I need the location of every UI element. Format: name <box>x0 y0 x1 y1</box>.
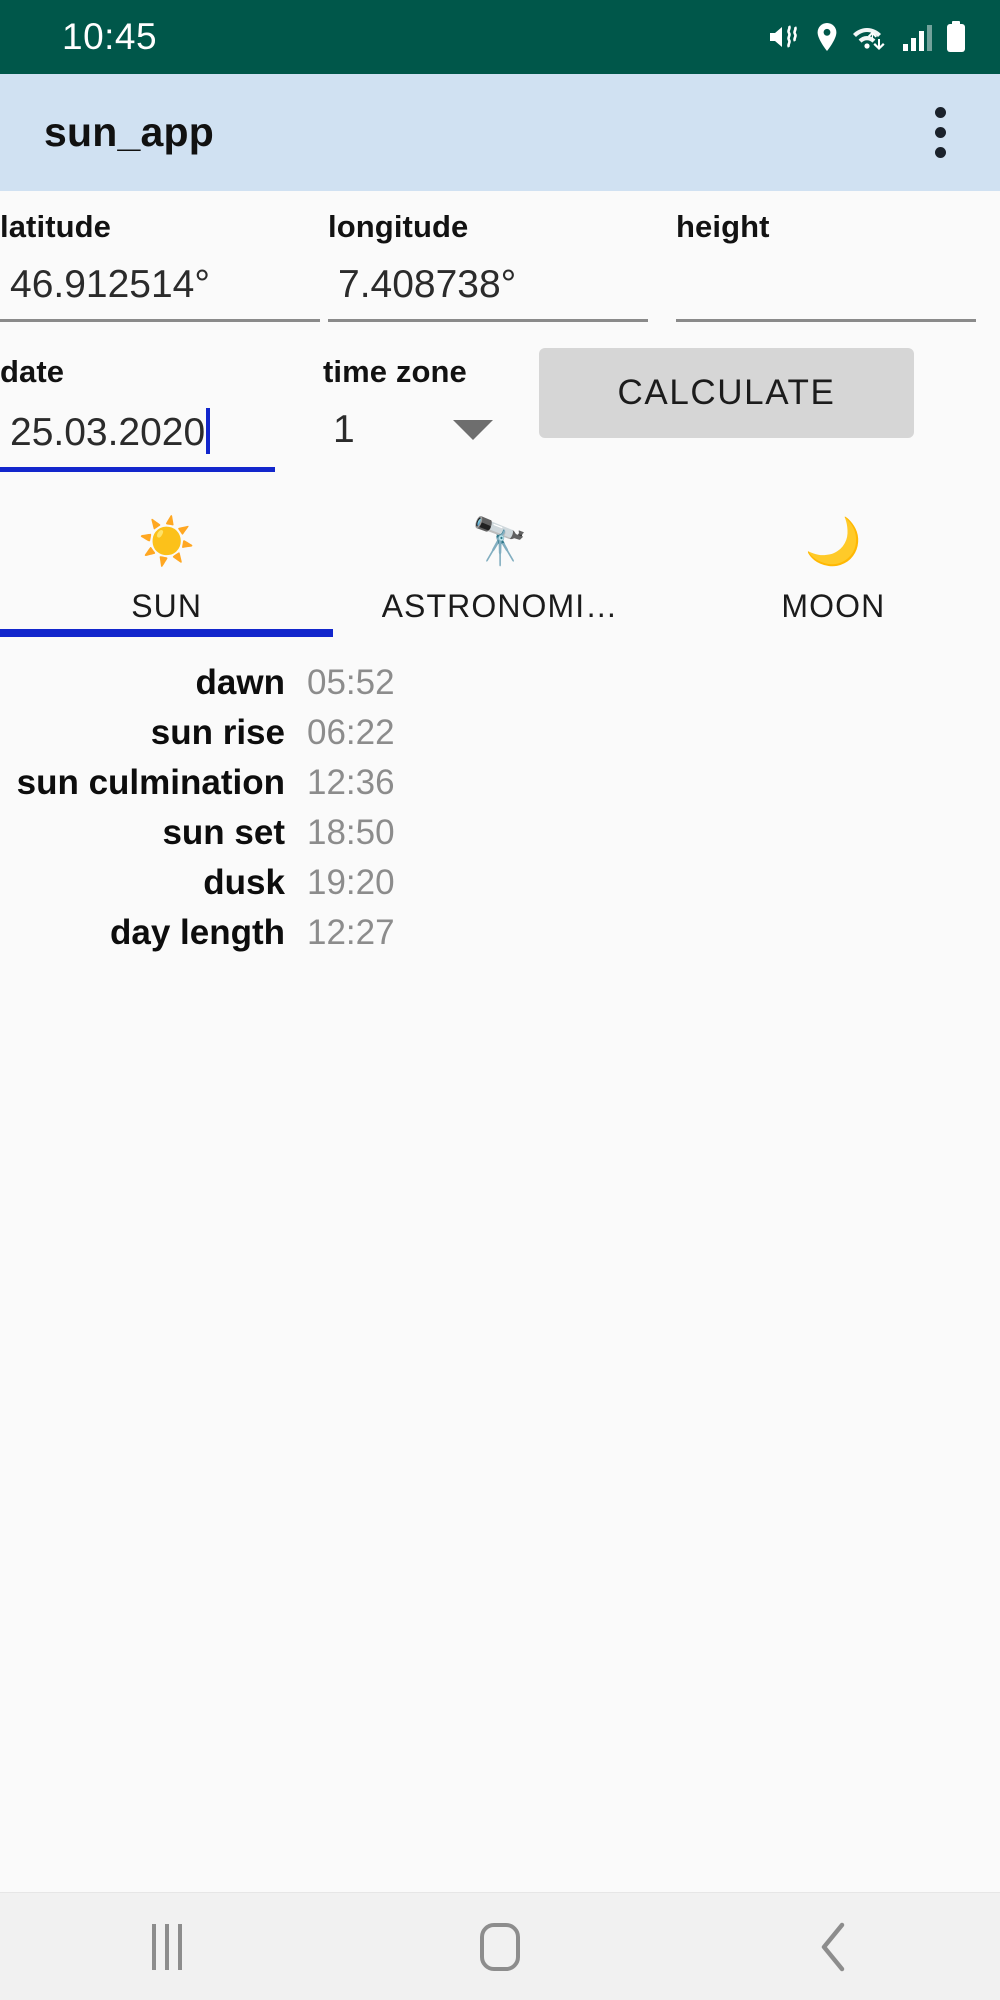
back-button[interactable] <box>733 1893 933 2000</box>
date-input[interactable]: 25.03.2020 <box>0 390 275 472</box>
table-row: sun culmination 12:36 <box>0 763 1000 803</box>
wifi-icon <box>852 22 890 52</box>
tab-bar: ☀️ SUN 🔭 ASTRONOMI… 🌙 MOON <box>0 502 1000 637</box>
result-value: 12:27 <box>307 913 395 952</box>
system-navigation-bar <box>0 1892 1000 2000</box>
time-zone-label: time zone <box>323 354 467 389</box>
result-label: sun set <box>162 813 285 852</box>
tab-moon-label: MOON <box>781 588 886 624</box>
location-pin-icon <box>815 22 839 52</box>
recents-icon <box>151 1923 182 1970</box>
status-clock: 10:45 <box>62 16 158 57</box>
home-icon <box>479 1922 520 1971</box>
tab-selection-indicator <box>0 629 333 637</box>
status-icon-group <box>768 21 966 53</box>
result-label: sun rise <box>150 713 285 752</box>
tab-sun-label: SUN <box>131 588 203 624</box>
coordinates-row: latitude 46.912514° longitude 7.408738° … <box>0 191 1000 322</box>
longitude-label: longitude <box>328 209 469 244</box>
latitude-label: latitude <box>0 209 112 244</box>
result-value: 19:20 <box>307 863 395 902</box>
recents-button[interactable] <box>67 1893 267 2000</box>
overflow-menu-icon[interactable] <box>917 93 964 172</box>
latitude-input[interactable]: 46.912514° <box>0 245 320 322</box>
tab-astronomical-label: ASTRONOMI… <box>381 588 619 624</box>
calculate-button[interactable]: CALCULATE <box>539 348 914 438</box>
longitude-field-group: longitude 7.408738° <box>328 191 648 322</box>
result-value: 12:36 <box>307 763 395 802</box>
tab-astronomical[interactable]: 🔭 ASTRONOMI… <box>333 502 666 625</box>
table-row: day length 12:27 <box>0 913 1000 953</box>
result-label: day length <box>109 913 285 952</box>
recents-bar <box>151 1923 156 1970</box>
result-label: dusk <box>203 863 285 902</box>
table-row: sun set 18:50 <box>0 813 1000 853</box>
signal-bars-icon <box>903 22 933 52</box>
telescope-emoji-icon: 🔭 <box>471 514 529 568</box>
time-zone-dropdown[interactable]: 1 <box>323 390 533 464</box>
home-button[interactable] <box>400 1893 600 2000</box>
sun-emoji-icon: ☀️ <box>138 514 196 568</box>
status-bar: 10:45 <box>0 0 1000 74</box>
overflow-dot <box>935 127 946 138</box>
overflow-dot <box>935 147 946 158</box>
time-zone-value: 1 <box>333 408 355 451</box>
tab-moon[interactable]: 🌙 MOON <box>667 502 1000 625</box>
recents-bar <box>164 1923 169 1970</box>
crescent-moon-emoji-icon: 🌙 <box>804 514 862 568</box>
table-row: dusk 19:20 <box>0 863 1000 903</box>
battery-icon <box>946 21 966 53</box>
date-field-group: date 25.03.2020 <box>0 336 275 472</box>
latitude-field-group: latitude 46.912514° <box>0 191 320 322</box>
date-label: date <box>0 354 65 389</box>
coordinates-row-scroller[interactable]: latitude 46.912514° longitude 7.408738° … <box>0 191 1000 322</box>
overflow-dot <box>935 107 946 118</box>
date-row-scroller: date 25.03.2020 time zone 1 CALCULATE <box>0 336 1000 472</box>
tab-sun[interactable]: ☀️ SUN <box>0 502 333 625</box>
date-row: date 25.03.2020 time zone 1 CALCULATE <box>0 336 1000 472</box>
table-row: dawn 05:52 <box>0 663 1000 703</box>
result-value: 18:50 <box>307 813 395 852</box>
app-bar: sun_app <box>0 74 1000 191</box>
table-row: sun rise 06:22 <box>0 713 1000 753</box>
result-label: dawn <box>195 663 285 702</box>
time-zone-field-group: time zone 1 <box>323 336 533 464</box>
sun-results-list: dawn 05:52 sun rise 06:22 sun culminatio… <box>0 663 1000 953</box>
back-chevron-icon <box>816 1921 850 1973</box>
result-value: 06:22 <box>307 713 395 752</box>
height-label: height <box>676 209 770 244</box>
longitude-input[interactable]: 7.408738° <box>328 245 648 322</box>
text-caret <box>206 408 211 454</box>
chevron-down-icon <box>453 420 493 440</box>
height-field-group: height <box>676 191 976 322</box>
recents-bar <box>177 1923 182 1970</box>
phone-screen: 10:45 sun_app latitude 46.912514° longit… <box>0 0 1000 2000</box>
main-content: latitude 46.912514° longitude 7.408738° … <box>0 191 1000 953</box>
height-input[interactable] <box>676 245 976 322</box>
mute-vibrate-icon <box>768 22 802 52</box>
page-title: sun_app <box>44 109 214 155</box>
date-input-value: 25.03.2020 <box>10 411 206 454</box>
result-label: sun culmination <box>16 763 285 802</box>
result-value: 05:52 <box>307 663 395 702</box>
